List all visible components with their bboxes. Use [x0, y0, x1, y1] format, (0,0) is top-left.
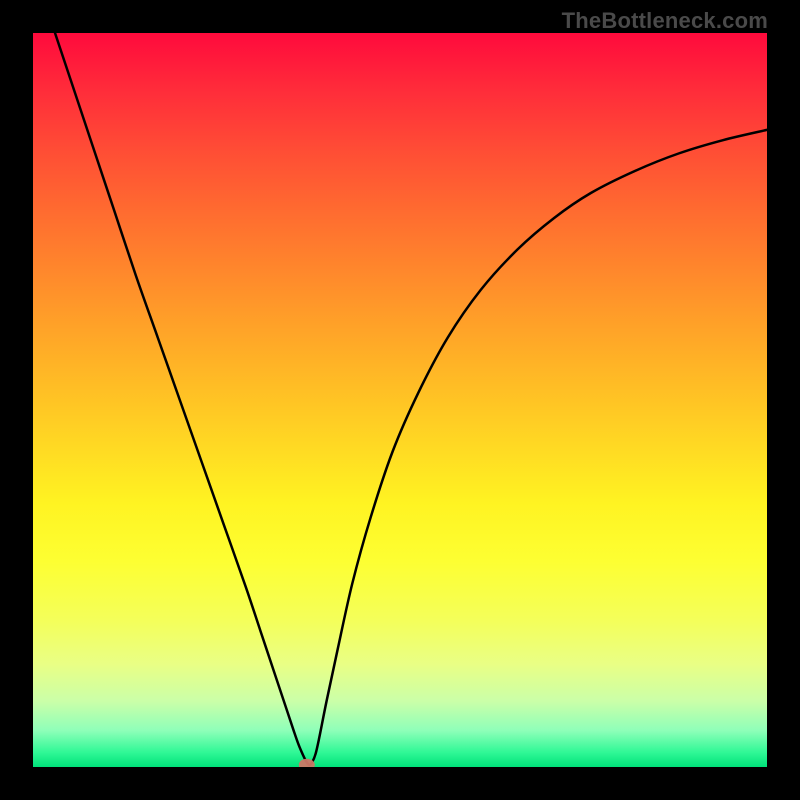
- plot-background: [33, 33, 767, 767]
- watermark: TheBottleneck.com: [562, 8, 768, 34]
- chart-container: TheBottleneck.com: [0, 0, 800, 800]
